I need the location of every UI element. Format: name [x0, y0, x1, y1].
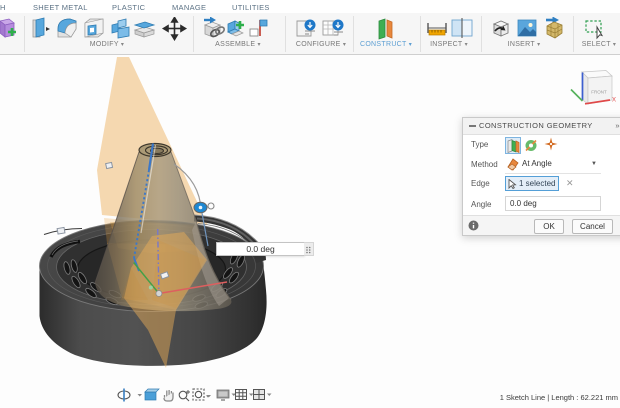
svg-text:X: X — [612, 98, 616, 104]
svg-text:FRONT: FRONT — [591, 90, 607, 95]
